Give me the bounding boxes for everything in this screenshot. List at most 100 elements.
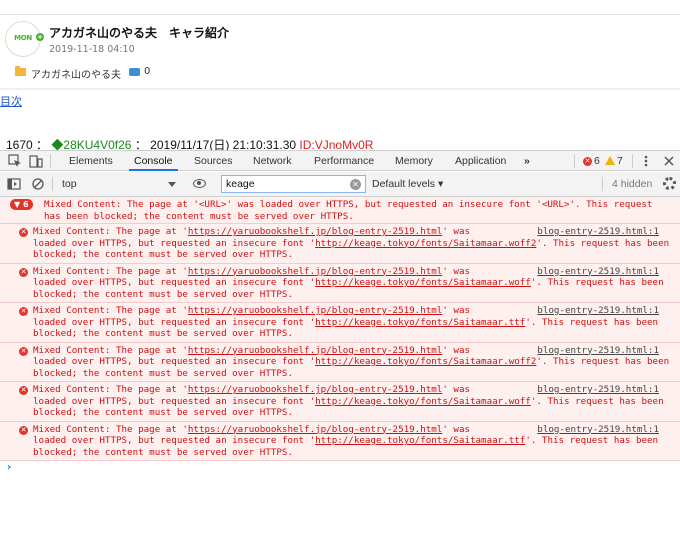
console-prompt[interactable]: › xyxy=(0,461,680,477)
page-url-link[interactable]: https://yaruobookshelf.jp/blog-entry-251… xyxy=(188,226,442,237)
divider xyxy=(632,154,633,168)
close-icon[interactable] xyxy=(662,154,676,168)
grouped-message[interactable]: ▼ 6 Mixed Content: The page at '<URL>' w… xyxy=(0,197,680,224)
comment-count[interactable]: 0 xyxy=(144,66,150,77)
hidden-count: 4 hidden xyxy=(612,178,653,190)
eye-icon[interactable] xyxy=(193,179,206,188)
divider xyxy=(52,177,53,191)
blog-area: MON + アカガネ山のやる夫 キャラ紹介 2019-11-18 04:10 ア… xyxy=(0,0,680,152)
filter-input[interactable] xyxy=(221,175,366,193)
font-url-link[interactable]: http://keage.tokyo/fonts/Saitamaar.woff xyxy=(315,396,531,407)
error-group-badge[interactable]: ▼ 6 xyxy=(10,199,33,210)
comment-icon xyxy=(129,68,140,76)
folder-icon xyxy=(15,66,26,76)
grouped-message-text: Mixed Content: The page at '<URL>' was l… xyxy=(44,199,653,222)
message-prefix: Mixed Content: The page at ' xyxy=(33,384,188,395)
error-count[interactable]: 6 xyxy=(594,151,600,171)
font-url-link[interactable]: http://keage.tokyo/fonts/Saitamaar.ttf xyxy=(315,435,525,446)
source-link[interactable]: blog-entry-2519.html:1 xyxy=(533,265,659,277)
warning-icon[interactable] xyxy=(605,156,615,165)
toc-link[interactable]: 目次 xyxy=(0,93,22,109)
tab-elements[interactable]: Elements xyxy=(69,151,113,171)
font-url-link[interactable]: http://keage.tokyo/fonts/Saitamaar.woff2 xyxy=(315,356,536,367)
tab-network[interactable]: Network xyxy=(253,151,292,171)
error-icon: ✕ xyxy=(19,386,28,395)
source-link[interactable]: blog-entry-2519.html:1 xyxy=(533,384,659,396)
log-levels-dropdown[interactable]: Default levels ▾ xyxy=(372,178,443,190)
console-error-message[interactable]: ✕ Mixed Content: The page at 'https://yar… xyxy=(0,224,680,264)
message-prefix: Mixed Content: The page at ' xyxy=(33,265,188,277)
divider xyxy=(50,154,51,168)
context-selector[interactable]: top xyxy=(62,178,77,190)
category-link[interactable]: アカガネ山のやる夫 xyxy=(31,66,121,81)
gear-icon[interactable] xyxy=(663,177,676,190)
source-link[interactable]: blog-entry-2519.html:1 xyxy=(533,305,659,317)
divider xyxy=(0,14,680,15)
logo-text: MON xyxy=(14,34,32,42)
source-link[interactable]: blog-entry-2519.html:1 xyxy=(533,226,659,238)
message-middle: loaded over HTTPS, but requested an inse… xyxy=(33,395,316,407)
message-middle: loaded over HTTPS, but requested an inse… xyxy=(33,356,316,367)
error-icon[interactable]: ✕ xyxy=(583,157,592,166)
console-error-message[interactable]: ✕ Mixed Content: The page at 'https://yar… xyxy=(0,303,680,343)
divider xyxy=(574,154,575,168)
chevron-down-icon[interactable] xyxy=(168,182,176,187)
console-error-message[interactable]: ✕ Mixed Content: The page at 'https://yar… xyxy=(0,421,680,461)
post-date: 2019-11-18 04:10 xyxy=(49,44,135,55)
message-middle: loaded over HTTPS, but requested an inse… xyxy=(33,435,316,446)
inspect-element-icon[interactable] xyxy=(8,154,22,168)
sidebar-toggle-icon[interactable] xyxy=(7,177,21,191)
font-url-link[interactable]: http://keage.tokyo/fonts/Saitamaar.ttf xyxy=(315,317,525,328)
console-error-message[interactable]: ✕ Mixed Content: The page at 'https://yar… xyxy=(0,382,680,422)
source-link[interactable]: blog-entry-2519.html:1 xyxy=(533,423,659,435)
kebab-menu-icon[interactable] xyxy=(639,154,653,168)
message-middle: loaded over HTTPS, but requested an inse… xyxy=(33,237,316,249)
error-icon: ✕ xyxy=(19,267,28,277)
devtools-panel: Elements Console Sources Network Perform… xyxy=(0,150,680,544)
message-middle: loaded over HTTPS, but requested an inse… xyxy=(33,277,316,288)
message-middle: ' was xyxy=(442,384,471,395)
clear-filter-icon[interactable]: ✕ xyxy=(350,179,361,190)
console-error-message[interactable]: ✕ Mixed Content: The page at 'https://yar… xyxy=(0,342,680,382)
message-middle: loaded over HTTPS, but requested an inse… xyxy=(33,316,316,328)
message-middle: ' was xyxy=(442,344,471,356)
post-title[interactable]: アカガネ山のやる夫 キャラ紹介 xyxy=(49,24,229,41)
message-prefix: Mixed Content: The page at ' xyxy=(33,423,188,435)
page-url-link[interactable]: https://yaruobookshelf.jp/blog-entry-251… xyxy=(188,424,442,435)
divider xyxy=(602,177,603,191)
prompt-icon: › xyxy=(7,462,12,473)
page-url-link[interactable]: https://yaruobookshelf.jp/blog-entry-251… xyxy=(188,305,442,316)
page-url-link[interactable]: https://yaruobookshelf.jp/blog-entry-251… xyxy=(188,384,442,395)
message-prefix: Mixed Content: The page at ' xyxy=(33,226,188,237)
error-icon: ✕ xyxy=(19,307,28,316)
message-prefix: Mixed Content: The page at ' xyxy=(33,344,188,356)
divider xyxy=(0,88,680,90)
error-icon: ✕ xyxy=(19,346,28,356)
site-logo[interactable]: MON + xyxy=(5,21,44,57)
tab-performance[interactable]: Performance xyxy=(314,151,374,171)
page-url-link[interactable]: https://yaruobookshelf.jp/blog-entry-251… xyxy=(188,266,442,277)
message-middle: ' was xyxy=(442,265,471,277)
tab-memory[interactable]: Memory xyxy=(395,151,433,171)
message-middle: ' was xyxy=(442,305,471,316)
error-icon: ✕ xyxy=(19,228,28,237)
page-url-link[interactable]: https://yaruobookshelf.jp/blog-entry-251… xyxy=(188,345,442,356)
message-middle: ' was xyxy=(442,423,471,435)
device-toolbar-icon[interactable] xyxy=(29,154,43,168)
more-tabs-button[interactable]: » xyxy=(524,151,530,171)
tab-application[interactable]: Application xyxy=(455,151,506,171)
console-error-message[interactable]: ✕ Mixed Content: The page at 'https://yar… xyxy=(0,263,680,303)
console-filterbar: top ✕ Default levels ▾ 4 hidden xyxy=(0,172,680,197)
error-icon: ✕ xyxy=(19,425,28,435)
font-url-link[interactable]: http://keage.tokyo/fonts/Saitamaar.woff2 xyxy=(315,238,536,249)
message-middle: ' was xyxy=(442,226,471,237)
font-url-link[interactable]: http://keage.tokyo/fonts/Saitamaar.woff xyxy=(315,277,531,288)
clear-console-icon[interactable] xyxy=(31,177,45,191)
source-link[interactable]: blog-entry-2519.html:1 xyxy=(533,344,659,356)
tab-console[interactable]: Console xyxy=(129,151,178,171)
console-messages: ▼ 6 Mixed Content: The page at '<URL>' w… xyxy=(0,197,680,477)
tab-sources[interactable]: Sources xyxy=(194,151,233,171)
plus-icon: + xyxy=(36,33,44,41)
warning-count[interactable]: 7 xyxy=(617,151,623,171)
devtools-tabbar: Elements Console Sources Network Perform… xyxy=(0,150,680,171)
